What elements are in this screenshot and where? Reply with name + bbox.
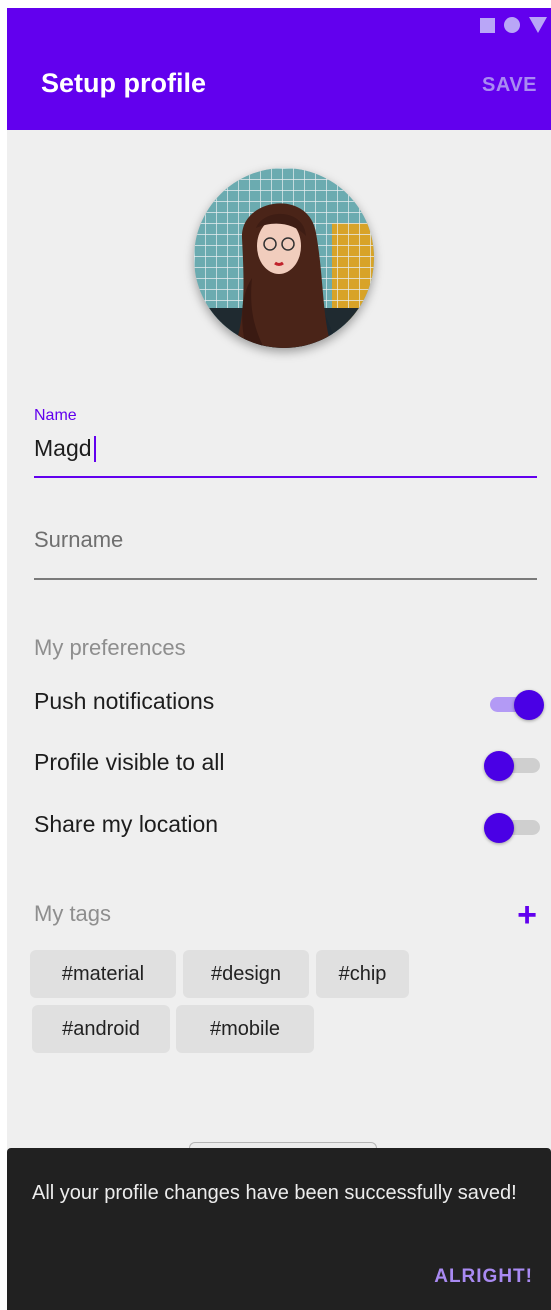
page-title: Setup profile [41,68,207,98]
name-field-underline [34,476,537,478]
tags-title: My tags [34,901,112,926]
profile-photo-icon [194,168,374,348]
surname-field[interactable]: Surname [34,527,123,553]
pref-row-share-location[interactable]: Share my location [34,805,542,845]
tag-chip[interactable]: #mobile [176,1005,314,1053]
text-cursor [93,435,96,462]
save-button[interactable]: SAVE [482,74,537,97]
push-notifications-switch[interactable] [486,690,544,720]
name-field-value[interactable]: Magd [34,435,92,462]
name-field-label: Name [34,407,77,424]
snackbar: All your profile changes have been succe… [7,1148,551,1310]
pref-label: Share my location [34,811,219,837]
square-icon [480,17,495,33]
tag-chip[interactable]: #chip [316,950,409,998]
add-tag-icon[interactable]: + [517,898,537,932]
avatar[interactable] [194,168,374,348]
snackbar-action-button[interactable]: ALRIGHT! [434,1266,533,1288]
switch-thumb[interactable] [484,813,514,843]
surname-field-underline [34,578,537,580]
snackbar-message: All your profile changes have been succe… [32,1182,517,1204]
profile-visible-switch[interactable] [484,751,542,781]
pref-row-profile-visible[interactable]: Profile visible to all [34,743,542,783]
triangle-icon [529,17,547,33]
app-bar: Setup profile SAVE [7,48,551,130]
pref-label: Profile visible to all [34,749,225,775]
pref-label: Push notifications [34,688,215,714]
switch-thumb[interactable] [484,751,514,781]
circle-icon [504,17,520,33]
preferences-title: My preferences [34,635,186,660]
status-icons [480,17,547,33]
status-bar [7,8,551,48]
tag-chip[interactable]: #android [32,1005,170,1053]
pref-row-push-notifications[interactable]: Push notifications [34,682,544,722]
name-field[interactable]: Magd [34,435,96,462]
share-location-switch[interactable] [484,813,542,843]
profile-screen: Setup profile SAVE Name Magd Surname My … [7,8,551,1310]
tag-chip[interactable]: #design [183,950,309,998]
tag-chip[interactable]: #material [30,950,176,998]
switch-thumb[interactable] [514,690,544,720]
